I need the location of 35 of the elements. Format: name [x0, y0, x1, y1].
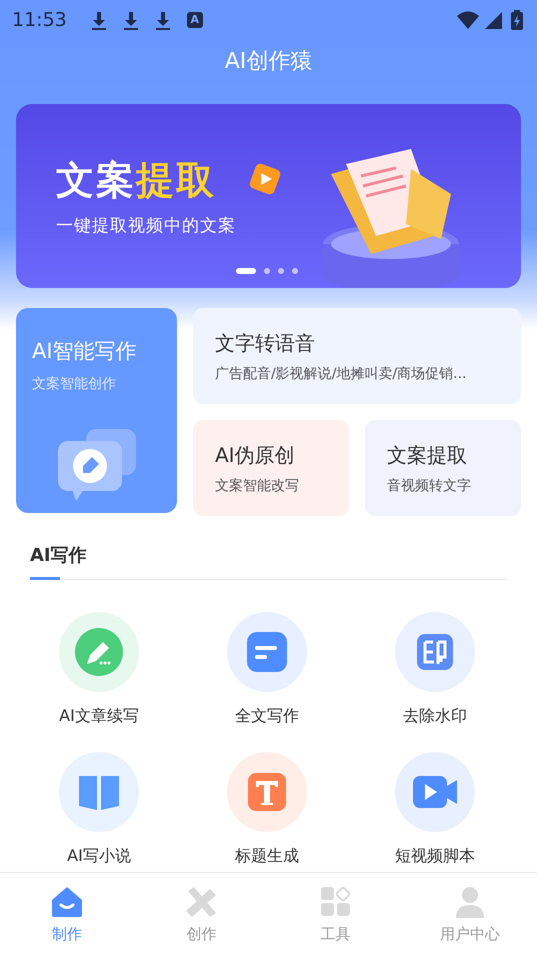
feature-card[interactable]: 文案提取 音视频转文字	[365, 420, 521, 516]
battery-icon	[511, 10, 523, 30]
banner-subtitle: 一键提取视频中的文案	[56, 215, 236, 238]
status-time: 11:53	[12, 8, 67, 33]
download-icon	[122, 10, 139, 30]
app-notification-icon: A	[186, 12, 203, 28]
card-title: 文案提取	[387, 442, 468, 468]
promo-banner[interactable]: 文案提取 一键提取视频中的文案	[16, 104, 521, 288]
card-subtitle: 音视频转文字	[387, 476, 472, 496]
home-icon	[50, 885, 84, 919]
tool-item[interactable]: 去除水印	[351, 612, 519, 728]
tool-item[interactable]: AI文章续写	[15, 612, 183, 728]
signal-icon	[483, 11, 503, 29]
card-subtitle: 文案智能创作	[32, 374, 117, 394]
tool-item[interactable]: 短视频脚本	[351, 752, 519, 868]
app-title: AI创作猿	[224, 48, 314, 76]
banner-title: 文案提取	[56, 157, 216, 204]
card-title: AI智能写作	[32, 338, 138, 365]
card-title: AI伪原创	[215, 442, 296, 468]
download-icon	[154, 10, 171, 30]
card-subtitle: 广告配音/影视解说/地摊叫卖/商场促销...	[215, 364, 468, 384]
feature-card[interactable]: AI伪原创 文案智能改写	[193, 420, 349, 516]
tool-item[interactable]: 全文写作	[183, 612, 351, 728]
download-icon	[90, 10, 107, 30]
carousel-dot[interactable]	[264, 268, 270, 274]
carousel-dot[interactable]	[292, 268, 298, 274]
tool-item[interactable]: AI写小说	[15, 752, 183, 868]
grid-icon	[318, 885, 353, 919]
card-subtitle: 文案智能改写	[215, 476, 300, 496]
feature-card[interactable]: 文字转语音 广告配音/影视解说/地摊叫卖/商场促销...	[193, 308, 521, 404]
section-tab[interactable]: AI写作	[30, 542, 87, 579]
card-title: 文字转语音	[215, 330, 316, 356]
tool-item[interactable]: 标题生成	[183, 752, 351, 868]
carousel-dot[interactable]	[278, 268, 284, 274]
wifi-icon	[457, 11, 479, 29]
